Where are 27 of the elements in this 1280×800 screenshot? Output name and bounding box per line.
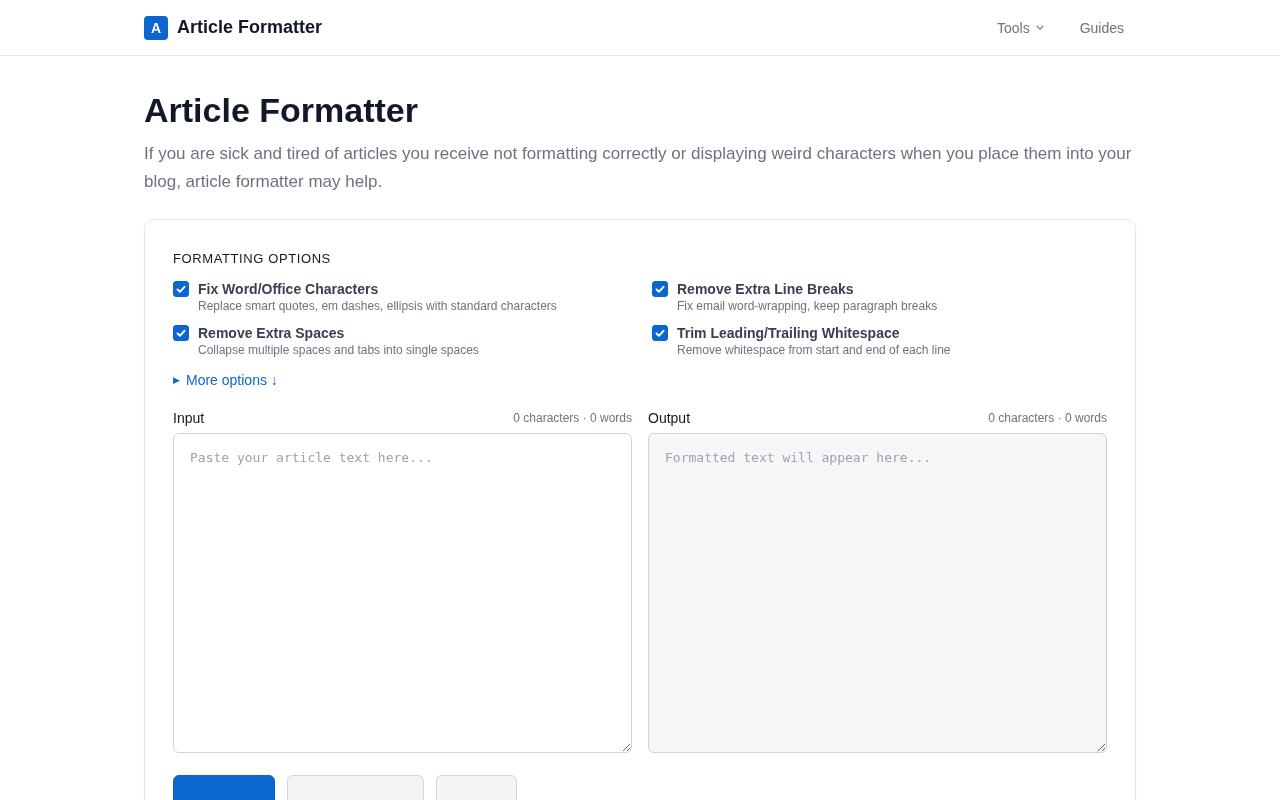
brand-name[interactable]: Article Formatter [177, 17, 323, 38]
input-field[interactable]: Paste your article text here... [173, 433, 632, 753]
triangle-icon: ▶ [173, 375, 180, 385]
option-hint: Fix email word-wrapping, keep paragraph breaks [677, 298, 938, 314]
option-label: Trim Leading/Trailing Whitespace [677, 324, 901, 342]
more-options-link[interactable]: More options ↓ [186, 372, 278, 388]
checkbox[interactable] [173, 281, 189, 297]
option-label: Remove Extra Spaces [198, 324, 346, 342]
checkbox[interactable] [652, 325, 668, 341]
section-heading: FORMATTING OPTIONS [173, 251, 332, 266]
pane-label: Output [648, 410, 691, 426]
logo-icon: A [144, 15, 168, 40]
option-hint: Replace smart quotes, em dashes, ellipsis with standard characters [198, 298, 557, 314]
pane-label: Input [173, 410, 205, 426]
option-label: Fix Word/Office Characters [198, 280, 380, 298]
option-label: Remove Extra Line Breaks [677, 280, 855, 298]
nav-link[interactable]: Guides [1079, 19, 1124, 36]
nav-link[interactable]: Tools [996, 19, 1044, 36]
page-description: If you are sick and tired of articles you receive not formatting correctly or displaying weird characters when you place them into your blog, article formatter may help. [144, 143, 1133, 193]
character-count: 0 characters · 0 words [513, 411, 632, 425]
option-hint: Remove whitespace from start and end of each line [677, 342, 951, 358]
checkbox[interactable] [173, 325, 189, 341]
page-title: Article Formatter [144, 90, 419, 130]
option-hint: Collapse multiple spaces and tabs into single spaces [198, 342, 479, 358]
checkbox[interactable] [652, 281, 668, 297]
character-count: 0 characters · 0 words [988, 411, 1107, 425]
output-field[interactable]: Formatted text will appear here... [648, 433, 1107, 753]
